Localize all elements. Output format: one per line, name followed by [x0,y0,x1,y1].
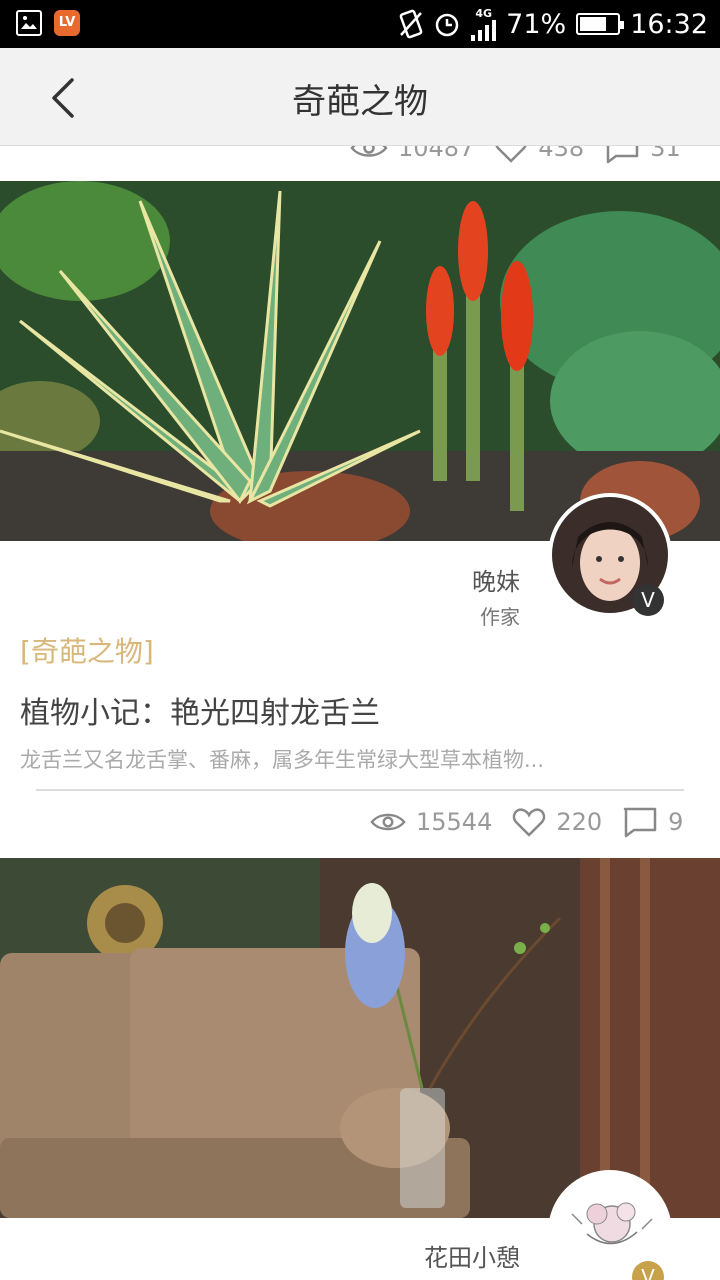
comment-count-value: 31 [650,146,681,162]
post-author[interactable]: 花田小憩 [424,1238,520,1273]
post-stats: 15544 220 9 [370,806,683,838]
sofa-flowers-image [0,858,720,1218]
succulent-garden-image [0,181,720,541]
clock: 16:32 [630,8,708,40]
view-count[interactable]: 10487 [350,146,474,162]
post-feed[interactable]: 10487 438 31 V 晚妹 作家 [奇葩之物] 植物小记：艳光四射龙舌兰… [0,146,720,1280]
author-name: 花田小憩 [424,1244,520,1272]
signal-icon [471,19,497,41]
heart-icon [513,808,546,837]
eye-icon [370,813,406,831]
network-type: 4G [475,6,493,20]
app-badge-icon: LV [54,10,80,36]
gallery-icon [16,10,42,36]
comment-count[interactable]: 9 [622,806,683,838]
comment-icon [623,807,657,838]
comment-count[interactable]: 31 [604,146,681,164]
like-count[interactable]: 438 [494,146,584,163]
author-name: 晚妹 [472,568,520,596]
post-category[interactable]: [奇葩之物] [20,630,154,670]
comment-icon [606,146,639,164]
post-cover-image[interactable] [0,858,720,1218]
post-author[interactable]: 晚妹 作家 [472,562,520,630]
like-count-value: 220 [556,808,603,836]
post-excerpt: 龙舌兰又名龙舌掌、番麻，属多年生常绿大型草本植物... [20,748,545,772]
view-count-value: 15544 [416,808,493,836]
vibrate-icon [399,9,423,39]
battery-icon [576,13,625,35]
divider [36,789,684,791]
post-cover-image[interactable] [0,181,720,541]
author-role: 作家 [480,605,520,629]
like-count[interactable]: 220 [512,807,602,837]
alarm-icon [435,13,459,37]
like-count-value: 438 [538,146,585,162]
view-count[interactable]: 15544 [370,808,492,836]
heart-icon [495,146,527,163]
battery-percent: 71% [506,8,567,40]
prev-post-stats: 10487 438 31 [350,146,681,164]
status-bar: LV 4G 71% 16:32 [0,0,720,48]
view-count-value: 10487 [398,146,475,162]
verified-badge: V [632,584,664,616]
page-title: 奇葩之物 [292,82,428,122]
post-title[interactable]: 植物小记：艳光四射龙舌兰 [20,688,380,732]
app-header: 奇葩之物 [0,48,720,146]
eye-icon [350,146,388,157]
comment-count-value: 9 [668,808,684,836]
